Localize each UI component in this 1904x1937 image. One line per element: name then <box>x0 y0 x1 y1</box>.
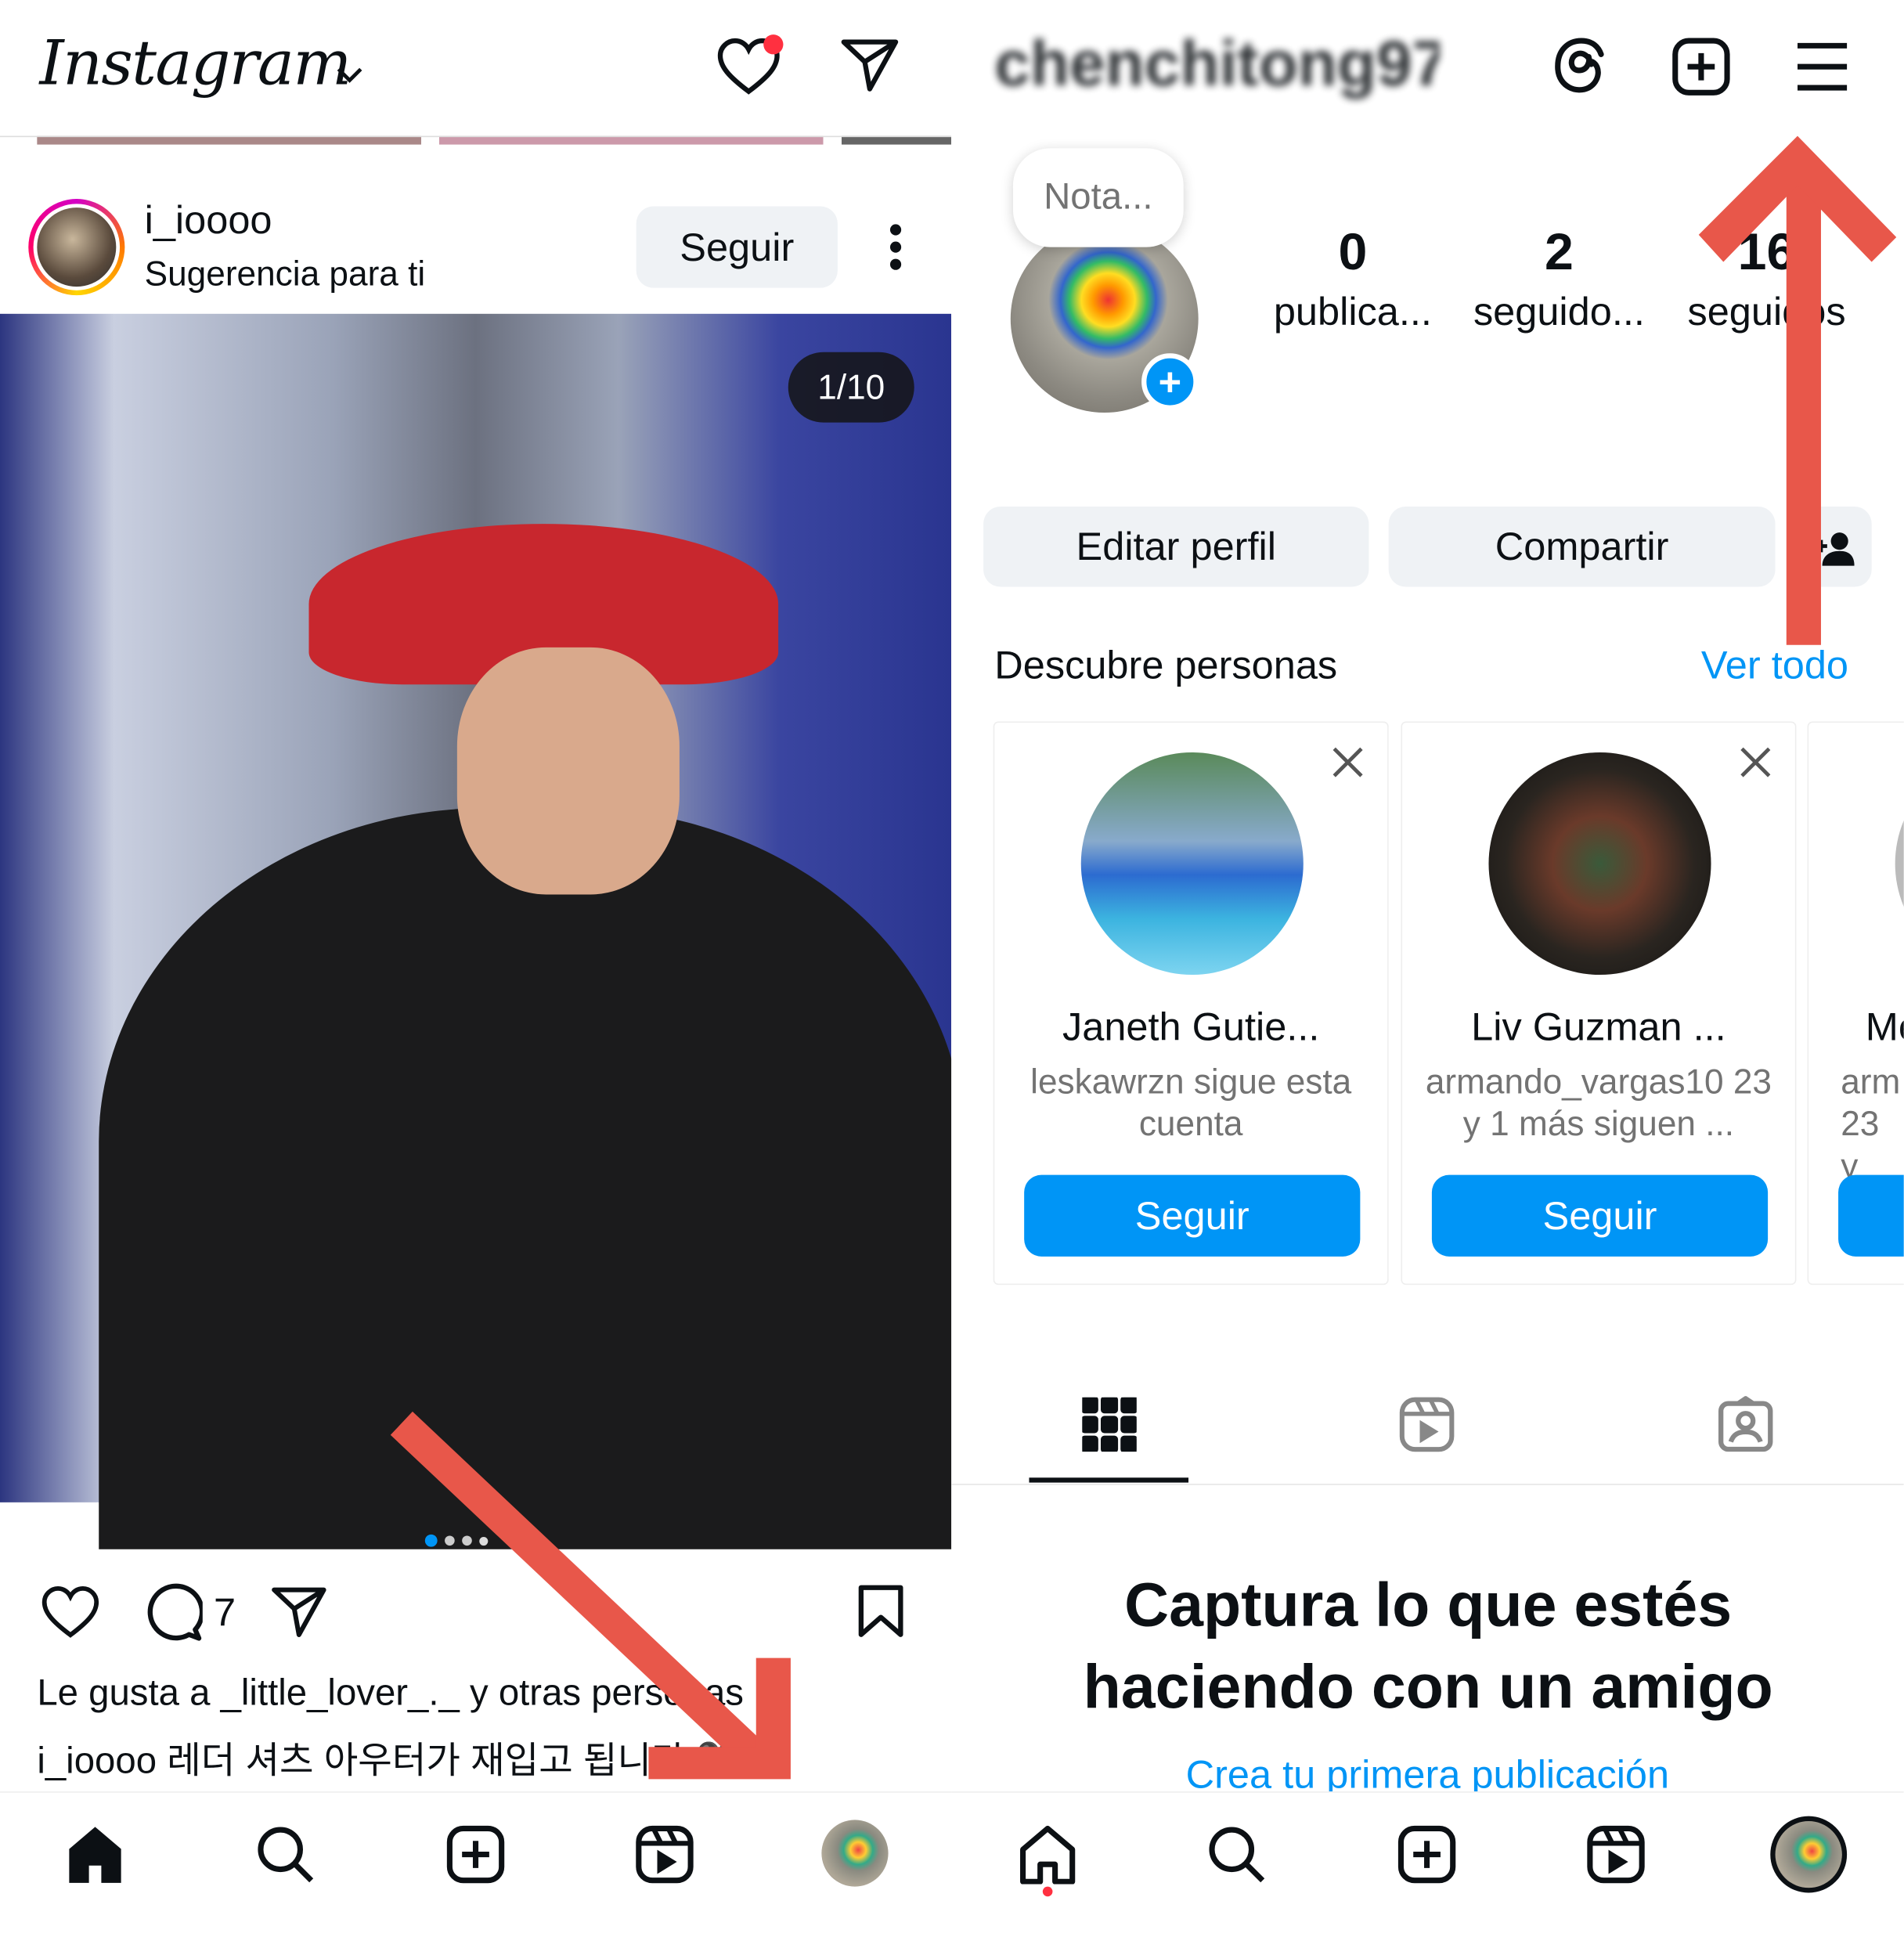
annotation-arrow-up <box>1698 135 1897 645</box>
